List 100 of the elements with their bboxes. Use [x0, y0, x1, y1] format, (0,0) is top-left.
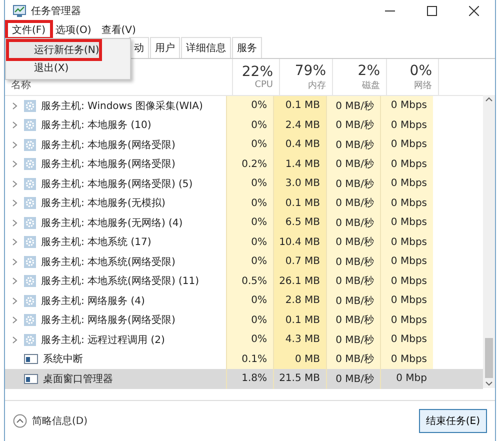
end-task-button[interactable]: 结束任务(E): [418, 409, 487, 433]
process-row[interactable]: 服务主机: 本地服务(无模拟) 0% 0.1 MB 0 MB/秒 0 Mbps: [5, 194, 483, 213]
table-cell: 0%: [226, 330, 273, 350]
table-cell: 0 Mbps: [380, 350, 433, 369]
process-name: 服务主机: 本地服务(无模拟): [41, 196, 166, 210]
table-cell: 0.2%: [226, 154, 273, 174]
process-name: 服务主机: 本地服务(网络受限): [41, 138, 176, 152]
tab[interactable]: 详细信息: [181, 37, 231, 58]
collapse-icon: [13, 414, 27, 428]
expand-icon[interactable]: [11, 316, 19, 324]
table-cell: 10.4 MB: [273, 232, 326, 252]
tab[interactable]: 用户: [150, 37, 180, 58]
process-row[interactable]: 服务主机: 本地服务(无网络) (4) 0% 6.5 MB 0 MB/秒 0 Mbps: [5, 213, 483, 232]
table-cell: 0.1 MB: [273, 194, 326, 213]
table-cell: 0%: [226, 291, 273, 310]
column-header[interactable]: 网络: [414, 78, 432, 92]
table-cell: 0 MB/秒: [326, 252, 380, 272]
menu-item[interactable]: 退出(X): [8, 59, 128, 77]
expand-icon[interactable]: [11, 277, 19, 286]
expand-icon[interactable]: [11, 258, 19, 266]
gear-icon: [24, 178, 36, 190]
expand-icon[interactable]: [11, 121, 19, 130]
process-row[interactable]: 服务主机: 本地系统 (17) 0% 10.4 MB 0 MB/秒 0 Mbps: [5, 232, 483, 252]
expand-icon[interactable]: [11, 218, 19, 227]
column-header[interactable]: 磁盘: [362, 78, 380, 92]
table-cell: 0 MB/秒: [326, 213, 380, 232]
expand-icon[interactable]: [11, 160, 19, 168]
process-name: 服务主机: 远程过程调用 (2): [41, 334, 165, 347]
table-cell: 21.5 MB: [273, 369, 326, 388]
table-cell: 0 Mbps: [380, 154, 433, 174]
window-icon: [24, 374, 38, 384]
scrollbar[interactable]: [483, 95, 495, 388]
fewer-details-button[interactable]: 简略信息(D): [13, 414, 88, 428]
process-row[interactable]: 服务主机: 远程过程调用 (2) 0% 4.3 MB 0 MB/秒 0 Mbps: [5, 330, 483, 350]
table-cell: 0%: [226, 135, 273, 154]
menu-item[interactable]: 查看(V): [96, 22, 141, 38]
scrollbar-thumb[interactable]: [485, 338, 493, 378]
process-row[interactable]: 服务主机: 本地服务(网络受限) 0.2% 1.4 MB 0 MB/秒 0 Mbps: [5, 154, 483, 174]
table-cell: 0.1%: [226, 350, 273, 369]
table-cell: 0 Mbp: [380, 369, 433, 388]
process-name: 服务主机: 网络服务(网络受限): [41, 314, 176, 328]
expand-icon[interactable]: [11, 238, 19, 246]
expand-icon[interactable]: [11, 102, 19, 110]
table-cell: 26.1 MB: [273, 272, 326, 291]
column-header[interactable]: 名称: [11, 78, 31, 92]
process-row[interactable]: 服务主机: 本地服务 (10) 0% 2.4 MB 0 MB/秒 0 Mbps: [5, 116, 483, 135]
process-row[interactable]: 服务主机: 网络服务(网络受限) 0% 0.1 MB 0 MB/秒 0 Mbps: [5, 310, 483, 330]
expand-icon[interactable]: [11, 180, 19, 188]
table-cell: 0 Mbps: [380, 310, 433, 330]
expand-icon[interactable]: [11, 336, 19, 344]
gear-icon: [24, 236, 36, 248]
process-row[interactable]: 服务主机: 网络服务 (4) 0% 2.8 MB 0 MB/秒 0 Mbps: [5, 291, 483, 310]
expand-icon[interactable]: [11, 296, 19, 305]
table-cell: 0 Mbps: [380, 174, 433, 194]
process-row[interactable]: 服务主机: Windows 图像采集(WIA) 0% 0.1 MB 0 MB/秒 0 Mbps: [5, 96, 483, 116]
table-cell: 0 MB: [273, 350, 326, 369]
tab[interactable]: 服务: [232, 37, 262, 58]
process-name: 系统中断: [43, 352, 83, 366]
table-cell: 0%: [226, 194, 273, 213]
table-cell: 0 Mbps: [380, 330, 433, 350]
menu-item[interactable]: 文件(F): [7, 22, 51, 38]
process-name: 服务主机: 本地系统 (17): [41, 236, 152, 250]
table-cell: 0 MB/秒: [326, 310, 380, 330]
usage-percent: 0%: [410, 62, 432, 78]
table-cell: 2.4 MB: [273, 116, 326, 135]
expand-icon[interactable]: [11, 199, 19, 208]
table-cell: 6.5 MB: [273, 213, 326, 232]
menu-item[interactable]: 选项(O): [50, 22, 96, 38]
table-cell: 0 MB/秒: [326, 96, 380, 116]
column-header[interactable]: 内存: [308, 78, 326, 92]
table-cell: 0 Mbps: [380, 213, 433, 232]
task-manager-icon: [13, 5, 26, 17]
table-cell: 0 Mbps: [380, 96, 433, 116]
gear-icon: [24, 334, 36, 346]
table-cell: 0 Mbps: [380, 252, 433, 272]
process-row[interactable]: 服务主机: 本地服务(网络受限) (5) 0% 3.0 MB 0 MB/秒 0 Mbps: [5, 174, 483, 194]
process-row[interactable]: 服务主机: 本地系统(网络受限) (11) 0.5% 26.1 MB 0 MB/秒 0 Mbps: [5, 272, 483, 291]
gear-icon: [24, 119, 36, 132]
process-row[interactable]: 桌面窗口管理器 1.8% 21.5 MB 0 MB/秒 0 Mbp: [5, 369, 483, 388]
table-cell: 1.8%: [226, 369, 273, 388]
usage-percent: 79%: [294, 62, 326, 78]
column-header[interactable]: CPU: [254, 80, 273, 90]
process-name: 服务主机: 本地服务(无网络) (4): [41, 216, 183, 230]
process-name: 服务主机: 本地系统(网络受限) (11): [41, 274, 200, 288]
table-cell: 0 Mbps: [380, 232, 433, 252]
table-cell: 0 MB/秒: [326, 154, 380, 174]
menu-item[interactable]: 运行新任务(N): [8, 41, 100, 59]
table-cell: 0.1 MB: [273, 96, 326, 116]
table-cell: 0 MB/秒: [326, 369, 380, 388]
expand-icon[interactable]: [11, 140, 19, 149]
process-row[interactable]: 服务主机: 本地服务(网络受限) 0% 0.4 MB 0 MB/秒 0 Mbps: [5, 135, 483, 154]
process-row[interactable]: 系统中断 0.1% 0 MB 0 MB/秒 0 Mbps: [5, 350, 483, 369]
table-cell: 0%: [226, 116, 273, 135]
table-cell: 0%: [226, 213, 273, 232]
table-cell: 0 MB/秒: [326, 194, 380, 213]
process-row[interactable]: 服务主机: 本地系统(网络受限) 0% 0.7 MB 0 MB/秒 0 Mbps: [5, 252, 483, 272]
process-name: 服务主机: 本地服务(网络受限): [41, 158, 176, 172]
table-cell: 0.7 MB: [273, 252, 326, 272]
tab[interactable]: 动: [129, 37, 149, 58]
process-name: 服务主机: 网络服务 (4): [41, 294, 145, 308]
